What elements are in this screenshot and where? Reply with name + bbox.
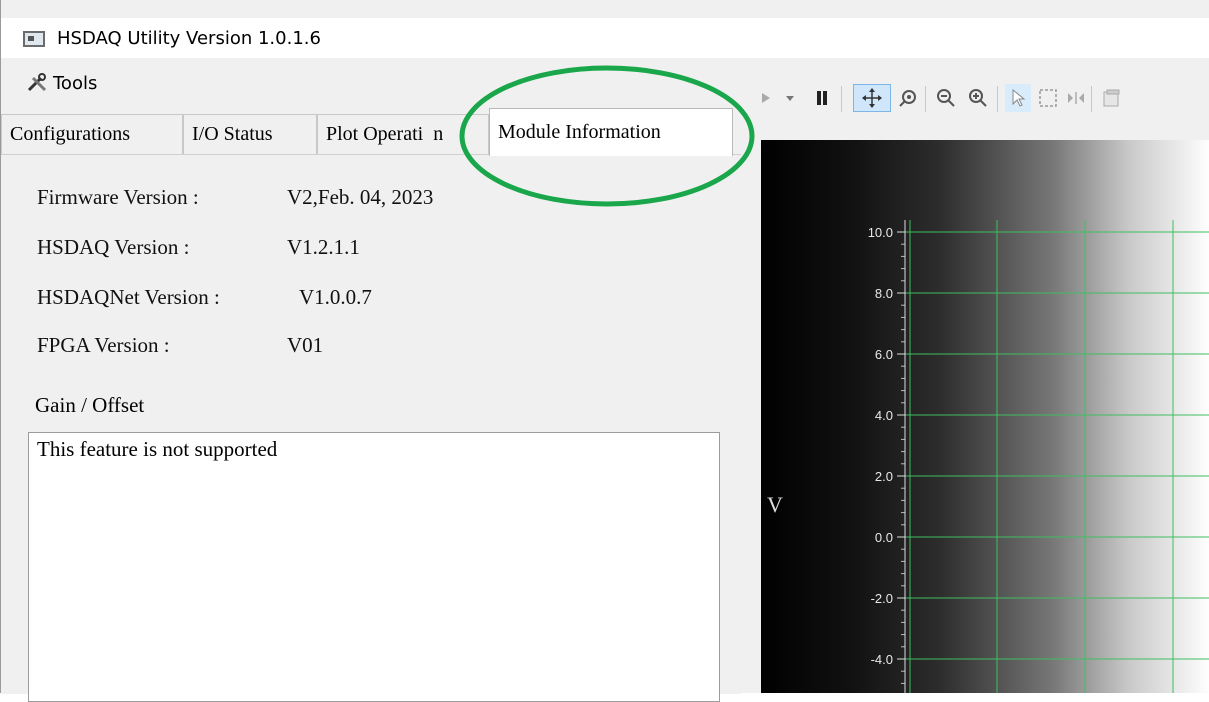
tab-io-status[interactable]: I/O Status <box>183 114 317 154</box>
hsdaqnet-version-value: V1.0.0.7 <box>299 285 372 309</box>
gain-offset-text: This feature is not supported <box>37 437 278 461</box>
zoom-in-icon[interactable] <box>965 84 991 112</box>
tab-label: Configurations <box>10 123 130 145</box>
module-information-panel: Firmware Version : V2,Feb. 04, 2023 HSDA… <box>1 154 741 702</box>
tab-configurations[interactable]: Configurations <box>1 114 183 154</box>
plot-toolbar <box>749 72 1209 126</box>
y-axis-ticks: 10.08.06.04.02.00.0-2.0-4.0-6.0 <box>868 220 906 693</box>
hsdaq-version-value: V1.2.1.1 <box>287 235 360 259</box>
pan-icon[interactable] <box>853 84 891 112</box>
menu-tools[interactable]: Tools <box>25 72 97 94</box>
hsdaq-version-label: HSDAQ Version : <box>37 235 190 259</box>
tab-label-tail: n <box>433 123 444 145</box>
y-tick-label: 0.0 <box>875 530 893 545</box>
gain-offset-textbox[interactable]: This feature is not supported <box>28 432 720 702</box>
y-axis-label: V <box>767 492 783 517</box>
y-tick-label: -4.0 <box>871 652 893 667</box>
y-tick-label: 2.0 <box>875 469 893 484</box>
fpga-version-label: FPGA Version : <box>37 333 170 357</box>
hsdaqnet-version-label: HSDAQNet Version : <box>37 285 220 309</box>
firmware-version-value: V2,Feb. 04, 2023 <box>287 185 434 209</box>
app-icon <box>23 31 45 47</box>
play-icon[interactable] <box>753 84 779 112</box>
dropdown-icon[interactable] <box>777 84 803 112</box>
tab-label: Plot Operati <box>326 123 424 145</box>
tab-bar: Configurations I/O Status Plot Operati n … <box>1 108 761 156</box>
select-rect-icon[interactable] <box>1035 84 1061 112</box>
app-window: HSDAQ Utility Version 1.0.1.6 Tools Conf… <box>0 0 1209 702</box>
plot-area[interactable]: 10.08.06.04.02.00.0-2.0-4.0-6.0 V <box>761 140 1209 693</box>
properties-icon[interactable] <box>1099 84 1125 112</box>
tools-icon <box>25 72 51 94</box>
zoom-fit-icon[interactable] <box>895 84 921 112</box>
menu-tools-label: Tools <box>53 72 98 94</box>
title-bar: HSDAQ Utility Version 1.0.1.6 <box>1 18 1209 58</box>
window-title: HSDAQ Utility Version 1.0.1.6 <box>57 28 321 49</box>
tab-module-information[interactable]: Module Information <box>489 108 733 156</box>
y-tick-label: 4.0 <box>875 408 893 423</box>
fpga-version-value: V01 <box>287 333 324 357</box>
y-tick-label: 10.0 <box>868 225 893 240</box>
tab-label: I/O Status <box>192 123 273 145</box>
zoom-out-icon[interactable] <box>933 84 959 112</box>
tab-plot-operation[interactable]: Plot Operati n <box>317 114 489 154</box>
firmware-version-label: Firmware Version : <box>37 185 199 209</box>
plot-canvas: 10.08.06.04.02.00.0-2.0-4.0-6.0 V <box>767 220 1209 693</box>
pause-icon[interactable] <box>809 84 835 112</box>
gain-offset-label: Gain / Offset <box>35 393 145 417</box>
y-tick-label: -2.0 <box>871 591 893 606</box>
y-tick-label: 8.0 <box>875 286 893 301</box>
tab-label: Module Information <box>498 121 661 143</box>
marker-icon[interactable] <box>1063 84 1089 112</box>
y-tick-label: 6.0 <box>875 347 893 362</box>
pointer-icon[interactable] <box>1005 84 1031 112</box>
plot-grid <box>905 220 1209 693</box>
